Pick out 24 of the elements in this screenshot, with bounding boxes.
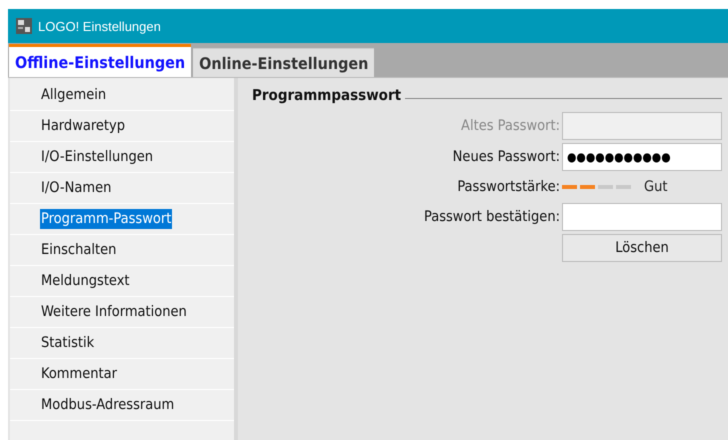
- sidebar-item[interactable]: Einschalten: [40, 240, 118, 260]
- tab[interactable]: Offline-Einstellungen: [9, 44, 192, 77]
- sidebar-item[interactable]: Weitere Informationen: [40, 302, 188, 322]
- group-title: Programmpasswort: [252, 86, 402, 104]
- password-field[interactable]: ●●●●●●●●●●●: [562, 143, 722, 171]
- sidebar-item[interactable]: Meldungstext: [40, 271, 131, 291]
- field-label: Altes Passwort:: [461, 118, 560, 134]
- password-field[interactable]: [562, 203, 722, 231]
- sidebar-item[interactable]: Hardwaretyp: [40, 116, 126, 136]
- window-title: LOGO! Einstellungen: [38, 18, 161, 34]
- sidebar-item[interactable]: I/O-Einstellungen: [40, 147, 154, 167]
- field-label: Passwortstärke:: [457, 179, 560, 195]
- sidebar-item[interactable]: Programm-Passwort: [40, 209, 172, 229]
- sidebar-item[interactable]: I/O-Namen: [40, 178, 112, 198]
- strength-reading: Gut: [644, 179, 668, 195]
- field-label: Passwort bestätigen:: [424, 209, 560, 225]
- app-logo-icon: [16, 18, 32, 34]
- sidebar-item[interactable]: Allgemein: [40, 85, 108, 105]
- tab[interactable]: Online-Einstellungen: [193, 48, 374, 77]
- field-label: Neues Passwort:: [452, 149, 560, 165]
- clear-button[interactable]: Löschen: [562, 234, 722, 262]
- sidebar-item[interactable]: Modbus-Adressraum: [40, 395, 176, 415]
- sidebar-item[interactable]: Statistik: [40, 333, 96, 353]
- sidebar-item[interactable]: Kommentar: [40, 364, 118, 384]
